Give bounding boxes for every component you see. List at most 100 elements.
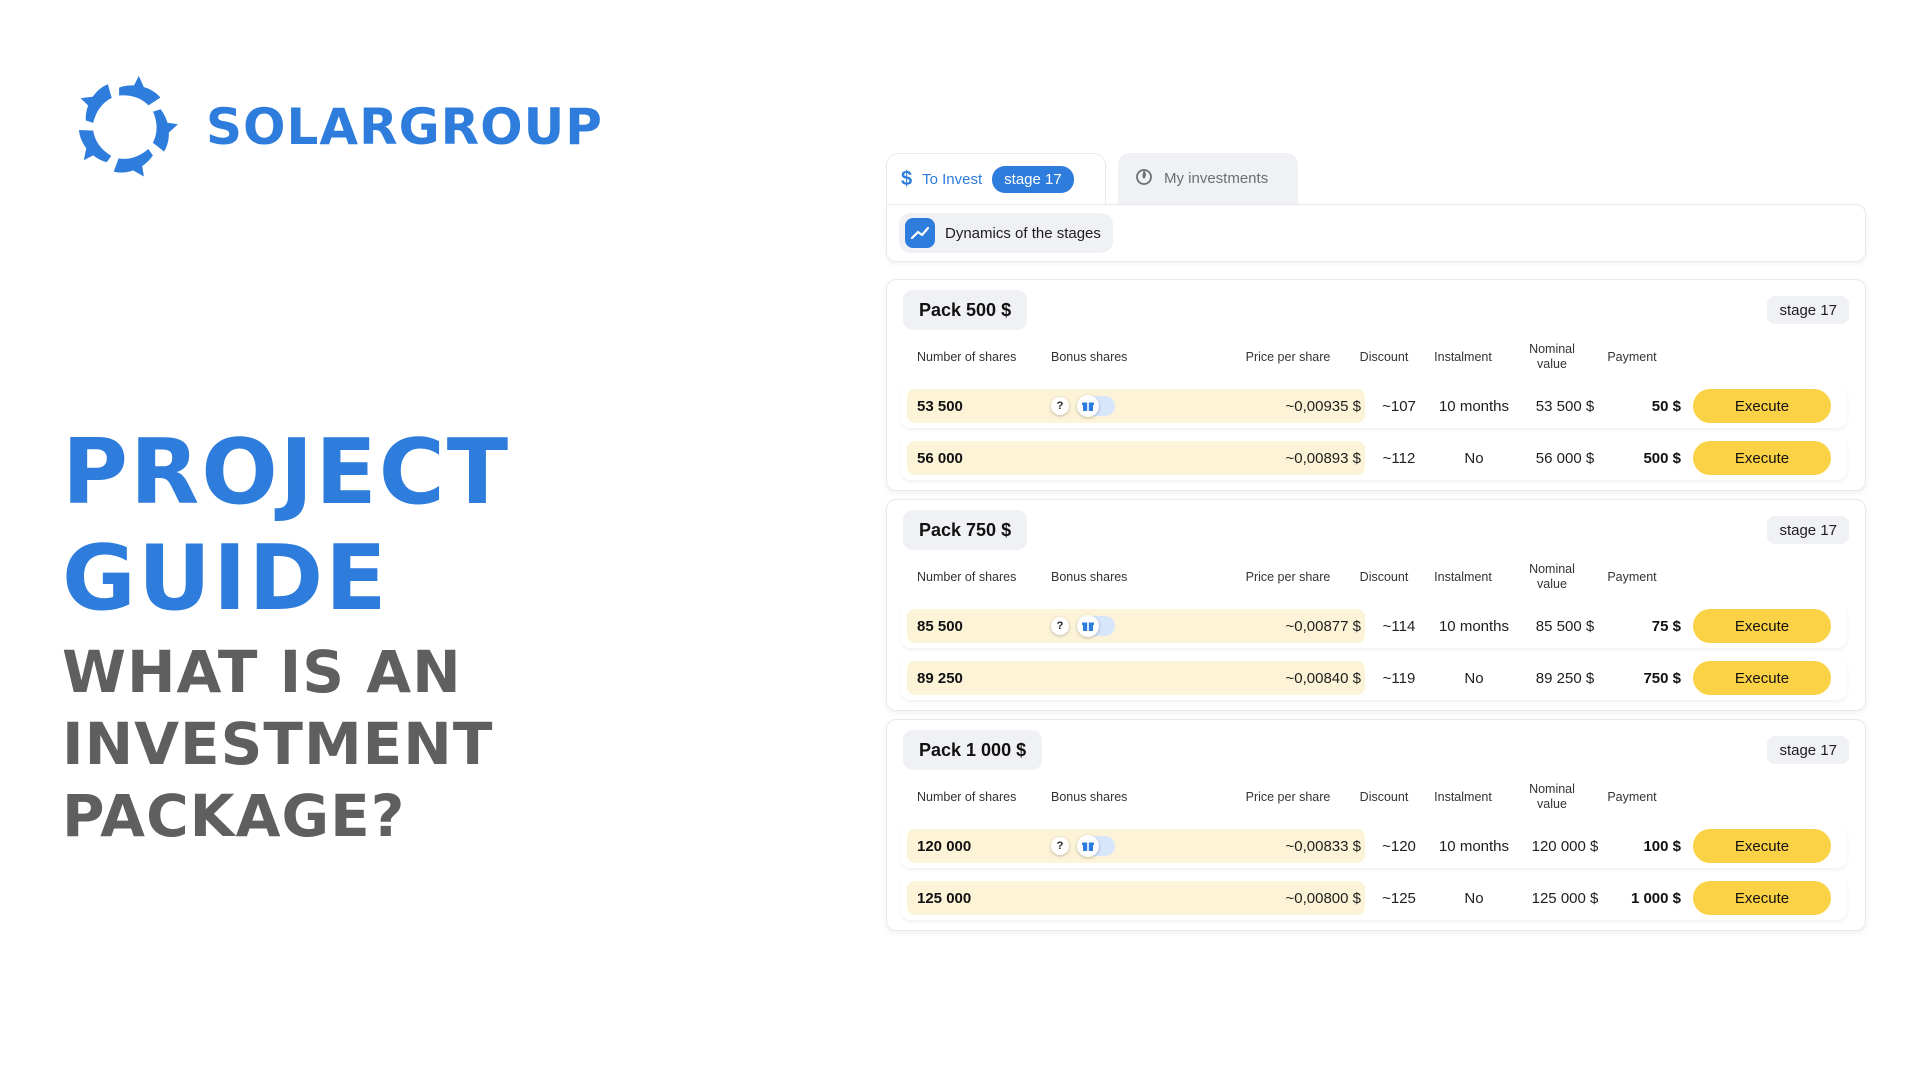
pack-card: Pack 500 $ stage 17 Number of shares Bonu… <box>886 279 1866 491</box>
headline-line-2: GUIDE <box>62 526 389 631</box>
cell-discount: ~112 <box>1382 449 1416 467</box>
brand-logo: SOLARGROUP <box>66 72 603 182</box>
headline-line-1: PROJECT <box>62 420 511 525</box>
trend-chart-icon <box>905 218 935 248</box>
pack-title: Pack 750 $ <box>903 510 1028 550</box>
tab-my-investments[interactable]: My investments <box>1118 153 1298 204</box>
column-header-payment: Payment <box>1607 570 1657 584</box>
headline: PROJECT GUIDE WHAT IS AN INVESTMENT PACK… <box>62 420 510 852</box>
execute-button[interactable]: Execute <box>1693 829 1831 863</box>
column-header-instalment: Instalment <box>1434 570 1492 584</box>
gift-icon <box>1077 395 1099 417</box>
column-header-shares: Number of shares <box>917 570 1017 584</box>
execute-button[interactable]: Execute <box>1693 389 1831 423</box>
cell-nominal: 56 000 $ <box>1535 449 1595 467</box>
cell-price: ~0,00840 $ <box>1285 669 1362 687</box>
bonus-shares-toggle[interactable] <box>1077 615 1115 637</box>
column-header-shares: Number of shares <box>917 790 1017 804</box>
stage-chip: stage 17 <box>1767 296 1849 324</box>
cell-discount: ~119 <box>1382 669 1416 687</box>
dynamics-bar: Dynamics of the stages <box>886 204 1866 262</box>
column-header-discount: Discount <box>1359 570 1409 584</box>
cell-shares: 56 000 <box>917 449 963 467</box>
pack-card: Pack 750 $ stage 17 Number of shares Bonu… <box>886 499 1866 711</box>
cell-nominal: 85 500 $ <box>1535 617 1595 635</box>
column-header-bonus: Bonus shares <box>1051 570 1128 584</box>
cell-payment: 500 $ <box>1643 449 1681 467</box>
cell-instalment: 10 months <box>1438 837 1510 855</box>
column-header-nominal: Nominal value <box>1529 342 1575 371</box>
table-row: 85 500 ? ~0,00877 $ ~114 10 months 85 50… <box>901 604 1847 648</box>
cell-instalment: No <box>1464 449 1484 467</box>
column-header-bonus: Bonus shares <box>1051 790 1128 804</box>
headline-sub-3: PACKAGE? <box>62 782 406 850</box>
tab-to-invest[interactable]: $ To Invest stage 17 <box>886 153 1106 204</box>
stage-badge: stage 17 <box>992 165 1074 193</box>
column-header-price: Price per share <box>1245 350 1331 364</box>
dynamics-label: Dynamics of the stages <box>945 224 1101 242</box>
cell-shares: 120 000 <box>917 837 972 855</box>
cell-discount: ~120 <box>1382 837 1416 855</box>
column-header-nominal: Nominal value <box>1529 562 1575 591</box>
cell-discount: ~125 <box>1382 889 1416 907</box>
brand-name: SOLARGROUP <box>206 98 603 156</box>
solar-swirl-icon <box>79 75 178 177</box>
column-header-price: Price per share <box>1245 790 1331 804</box>
cell-shares: 53 500 <box>917 397 963 415</box>
column-header-instalment: Instalment <box>1434 350 1492 364</box>
column-header-price: Price per share <box>1245 570 1331 584</box>
cell-instalment: 10 months <box>1438 617 1510 635</box>
table-row: 120 000 ? ~0,00833 $ ~120 10 months 120 … <box>901 824 1847 868</box>
pack-card: Pack 1 000 $ stage 17 Number of shares Bo… <box>886 719 1866 931</box>
table-row: 125 000 ~0,00800 $ ~125 No 125 000 $ 1 0… <box>901 876 1847 920</box>
column-header-discount: Discount <box>1359 790 1409 804</box>
table-row: 53 500 ? ~0,00935 $ ~107 10 months 53 50… <box>901 384 1847 428</box>
cell-price: ~0,00935 $ <box>1285 397 1362 415</box>
column-header-nominal: Nominal value <box>1529 782 1575 811</box>
column-header-discount: Discount <box>1359 350 1409 364</box>
dollar-icon: $ <box>901 167 913 190</box>
question-icon[interactable]: ? <box>1051 617 1069 635</box>
cell-instalment: No <box>1464 889 1484 907</box>
cell-nominal: 120 000 $ <box>1531 837 1599 855</box>
cell-payment: 75 $ <box>1651 617 1681 635</box>
execute-button[interactable]: Execute <box>1693 441 1831 475</box>
column-header-shares: Number of shares <box>917 350 1017 364</box>
cell-discount: ~114 <box>1382 617 1416 635</box>
cell-discount: ~107 <box>1382 397 1416 415</box>
table-row: 89 250 ~0,00840 $ ~119 No 89 250 $ 750 $… <box>901 656 1847 700</box>
cell-price: ~0,00877 $ <box>1285 617 1362 635</box>
cell-payment: 750 $ <box>1643 669 1681 687</box>
tab-my-investments-label: My investments <box>1164 170 1269 187</box>
tab-bar: $ To Invest stage 17 My investments <box>886 153 1866 204</box>
dynamics-of-stages-button[interactable]: Dynamics of the stages <box>899 213 1113 253</box>
cell-nominal: 89 250 $ <box>1535 669 1595 687</box>
cell-price: ~0,00833 $ <box>1285 837 1362 855</box>
execute-button[interactable]: Execute <box>1693 661 1831 695</box>
cell-price: ~0,00893 $ <box>1285 449 1362 467</box>
column-header-bonus: Bonus shares <box>1051 350 1128 364</box>
cell-payment: 50 $ <box>1651 397 1681 415</box>
cell-nominal: 53 500 $ <box>1535 397 1595 415</box>
stage-chip: stage 17 <box>1767 736 1849 764</box>
question-icon[interactable]: ? <box>1051 397 1069 415</box>
execute-button[interactable]: Execute <box>1693 609 1831 643</box>
cell-payment: 1 000 $ <box>1630 889 1681 907</box>
pack-title: Pack 500 $ <box>903 290 1028 330</box>
cell-shares: 125 000 <box>917 889 972 907</box>
tab-to-invest-label: To Invest <box>922 170 983 188</box>
fire-badge-icon <box>1134 166 1154 191</box>
table-row: 56 000 ~0,00893 $ ~112 No 56 000 $ 500 $… <box>901 436 1847 480</box>
cell-instalment: 10 months <box>1438 397 1510 415</box>
column-header-payment: Payment <box>1607 790 1657 804</box>
execute-button[interactable]: Execute <box>1693 881 1831 915</box>
cell-shares: 85 500 <box>917 617 963 635</box>
question-icon[interactable]: ? <box>1051 837 1069 855</box>
cell-price: ~0,00800 $ <box>1285 889 1362 907</box>
bonus-shares-toggle[interactable] <box>1077 395 1115 417</box>
cell-instalment: No <box>1464 669 1484 687</box>
gift-icon <box>1077 835 1099 857</box>
cell-shares: 89 250 <box>917 669 963 687</box>
bonus-shares-toggle[interactable] <box>1077 835 1115 857</box>
column-header-instalment: Instalment <box>1434 790 1492 804</box>
